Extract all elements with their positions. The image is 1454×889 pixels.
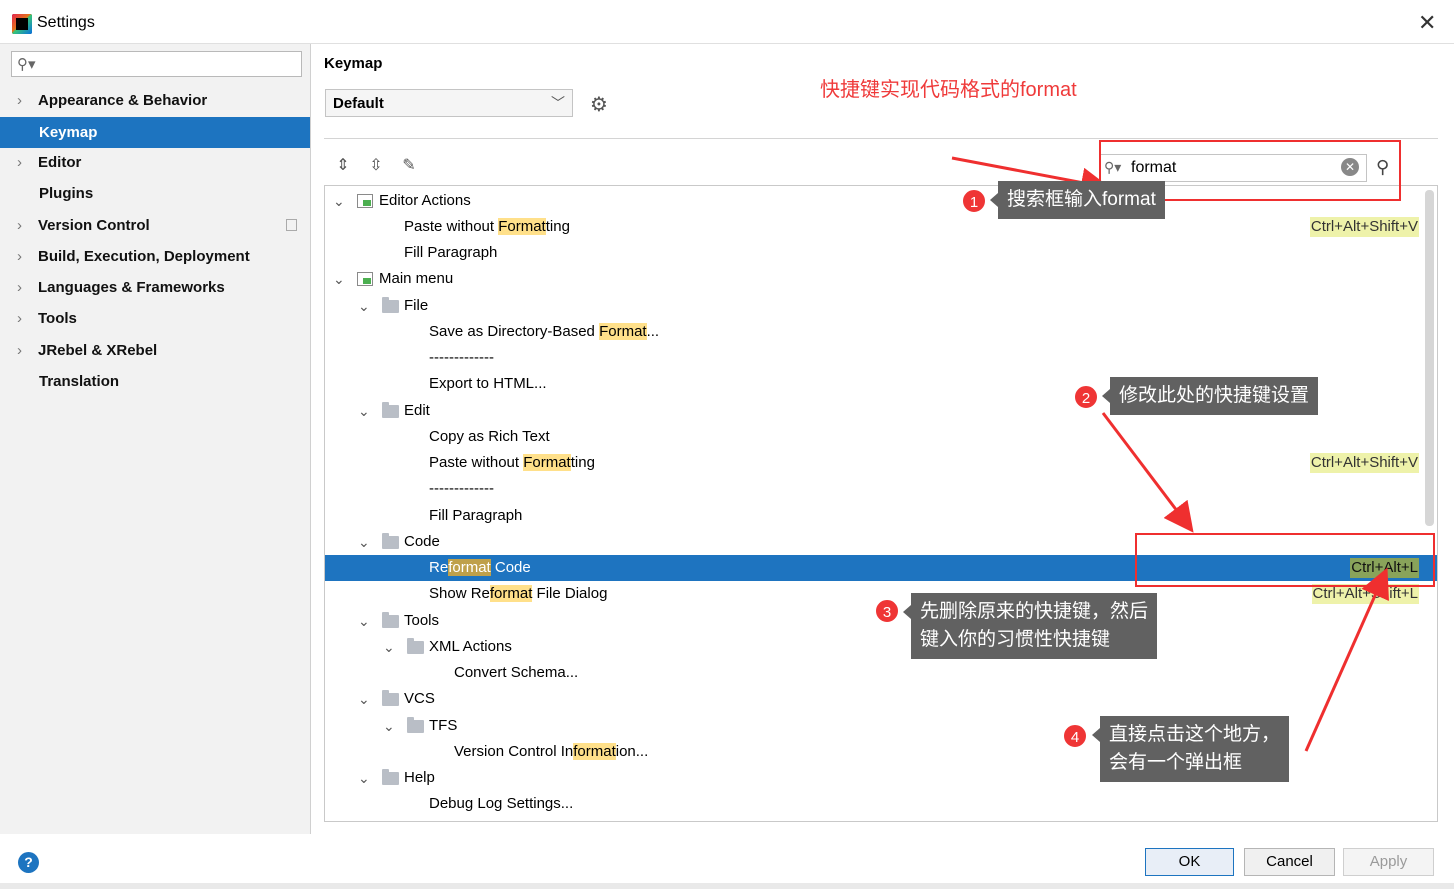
annotation-callout: 直接点击这个地方， 会有一个弹出框 — [1091, 716, 1290, 782]
annotation-callout: 修改此处的快捷键设置 — [1101, 377, 1319, 415]
callout-text: 会有一个弹出框 — [1109, 752, 1243, 773]
ok-button[interactable]: OK — [1145, 848, 1234, 876]
callout-text: 先删除原来的快捷键，然后 — [920, 601, 1149, 622]
annotation-callout: 搜索框输入format — [990, 181, 1165, 219]
callout-text: 直接点击这个地方， — [1109, 724, 1281, 745]
cancel-button[interactable]: Cancel — [1244, 848, 1335, 876]
step-badge: 1 — [961, 188, 987, 214]
step-badge: 3 — [874, 598, 900, 624]
callout-text: 搜索框输入format — [1007, 189, 1156, 210]
callout-text: 键入你的习惯性快捷键 — [920, 629, 1111, 650]
help-icon[interactable]: ? — [18, 852, 39, 873]
ide-status-strip — [0, 883, 1454, 889]
step-badge: 2 — [1073, 384, 1099, 410]
step-badge: 4 — [1062, 723, 1088, 749]
apply-button[interactable]: Apply — [1343, 848, 1434, 876]
annotation-callout: 先删除原来的快捷键，然后 键入你的习惯性快捷键 — [902, 593, 1158, 659]
callout-text: 修改此处的快捷键设置 — [1119, 385, 1310, 406]
